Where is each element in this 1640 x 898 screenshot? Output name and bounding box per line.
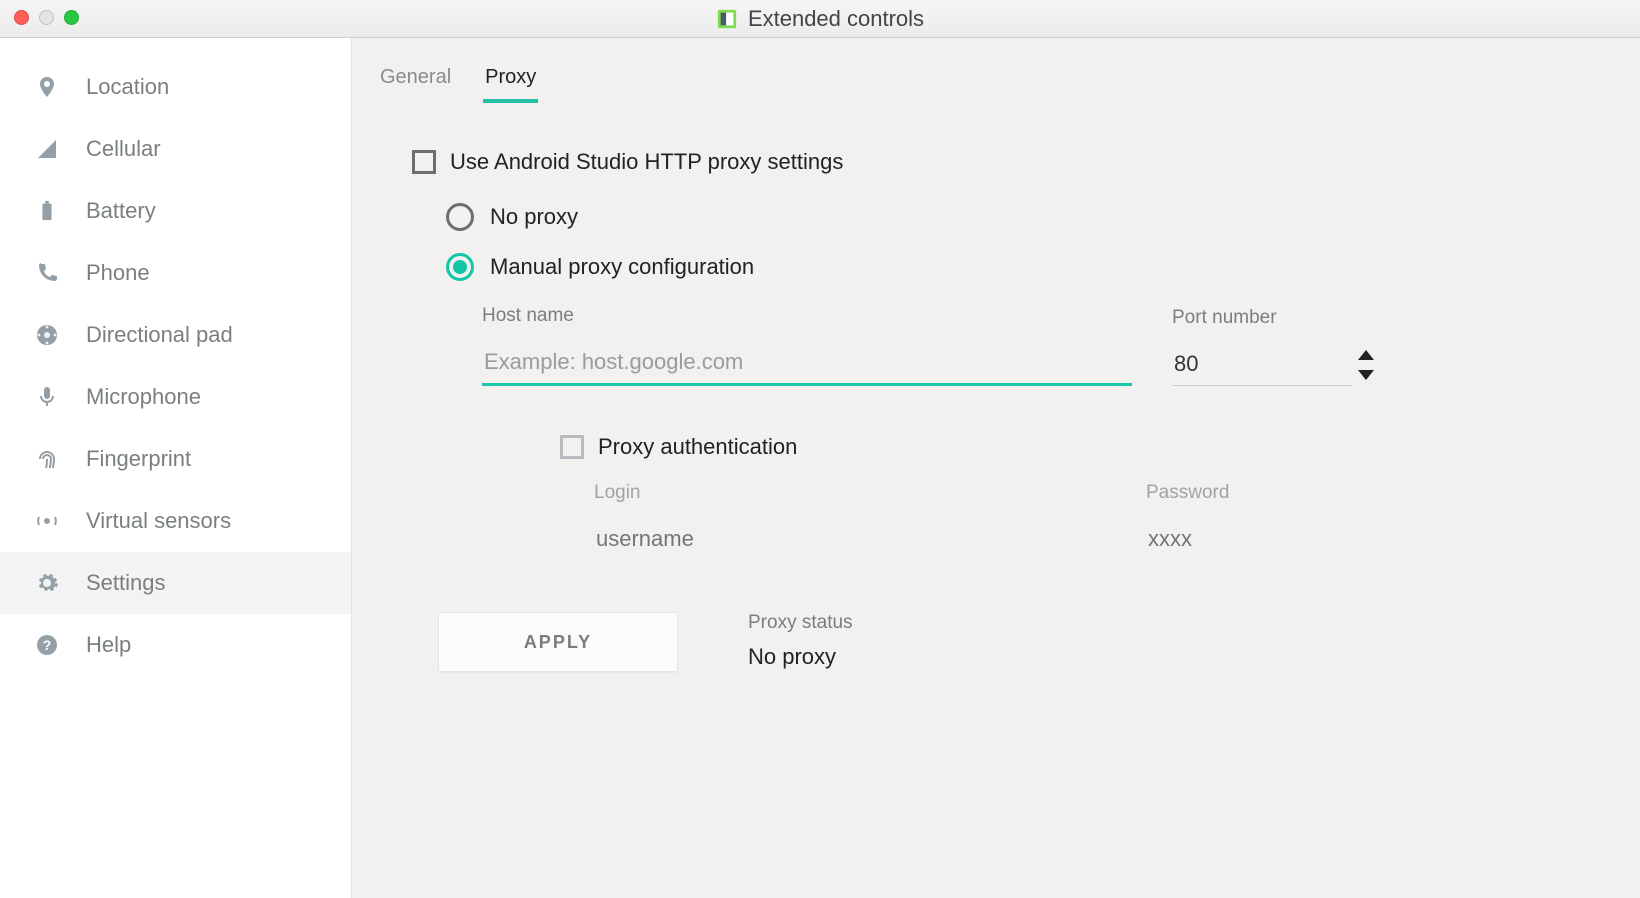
- sidebar-item-help[interactable]: ? Help: [0, 614, 351, 676]
- gear-icon: [34, 570, 60, 596]
- svg-text:?: ?: [43, 637, 52, 653]
- sidebar-item-label: Microphone: [86, 384, 201, 410]
- use-as-http-proxy-label: Use Android Studio HTTP proxy settings: [450, 149, 843, 175]
- manual-proxy-label: Manual proxy configuration: [490, 254, 754, 280]
- main-panel: General Proxy Use Android Studio HTTP pr…: [352, 38, 1640, 898]
- sidebar-item-label: Virtual sensors: [86, 508, 231, 534]
- use-as-http-proxy-checkbox[interactable]: [412, 150, 436, 174]
- sidebar-item-label: Settings: [86, 570, 166, 596]
- tab-general[interactable]: General: [378, 60, 453, 103]
- sidebar-item-phone[interactable]: Phone: [0, 242, 351, 304]
- help-icon: ?: [34, 632, 60, 658]
- fingerprint-icon: [34, 446, 60, 472]
- titlebar: Extended controls: [0, 0, 1640, 38]
- sensors-icon: [34, 508, 60, 534]
- proxy-auth-checkbox[interactable]: [560, 435, 584, 459]
- host-name-label: Host name: [482, 305, 1132, 327]
- no-proxy-radio[interactable]: [446, 203, 474, 231]
- apply-button[interactable]: APPLY: [438, 612, 678, 672]
- proxy-status-value: No proxy: [748, 644, 853, 670]
- port-step-down-icon[interactable]: [1358, 370, 1374, 380]
- signal-icon: [34, 136, 60, 162]
- proxy-auth-label: Proxy authentication: [598, 434, 797, 460]
- microphone-icon: [34, 384, 60, 410]
- sidebar-item-virtual-sensors[interactable]: Virtual sensors: [0, 490, 351, 552]
- sidebar-item-settings[interactable]: Settings: [0, 552, 351, 614]
- minimize-window-button[interactable]: [39, 10, 54, 25]
- sidebar-item-cellular[interactable]: Cellular: [0, 118, 351, 180]
- port-number-label: Port number: [1172, 307, 1374, 329]
- settings-tabs: General Proxy: [378, 60, 1586, 103]
- zoom-window-button[interactable]: [64, 10, 79, 25]
- sidebar-item-label: Help: [86, 632, 131, 658]
- sidebar-item-dpad[interactable]: Directional pad: [0, 304, 351, 366]
- login-input[interactable]: [594, 518, 886, 560]
- app-icon: [716, 8, 738, 30]
- dpad-icon: [34, 322, 60, 348]
- sidebar-item-label: Cellular: [86, 136, 161, 162]
- phone-icon: [34, 260, 60, 286]
- tab-proxy[interactable]: Proxy: [483, 60, 538, 103]
- login-label: Login: [594, 482, 886, 504]
- sidebar-item-label: Phone: [86, 260, 150, 286]
- sidebar-item-battery[interactable]: Battery: [0, 180, 351, 242]
- sidebar-item-label: Directional pad: [86, 322, 233, 348]
- window-controls: [14, 10, 79, 25]
- sidebar-item-microphone[interactable]: Microphone: [0, 366, 351, 428]
- password-input[interactable]: [1146, 518, 1438, 560]
- sidebar-item-fingerprint[interactable]: Fingerprint: [0, 428, 351, 490]
- no-proxy-label: No proxy: [490, 204, 578, 230]
- window-title: Extended controls: [748, 6, 924, 32]
- manual-proxy-radio[interactable]: [446, 253, 474, 281]
- password-label: Password: [1146, 482, 1438, 504]
- sidebar-item-label: Fingerprint: [86, 446, 191, 472]
- sidebar-item-label: Location: [86, 74, 169, 100]
- host-name-input[interactable]: [482, 341, 1132, 386]
- sidebar: Location Cellular Battery Phone Directio: [0, 38, 352, 898]
- proxy-status-label: Proxy status: [748, 612, 853, 634]
- sidebar-item-location[interactable]: Location: [0, 56, 351, 118]
- battery-icon: [34, 198, 60, 224]
- close-window-button[interactable]: [14, 10, 29, 25]
- port-step-up-icon[interactable]: [1358, 350, 1374, 360]
- port-number-input[interactable]: [1172, 343, 1352, 386]
- sidebar-item-label: Battery: [86, 198, 156, 224]
- location-pin-icon: [34, 74, 60, 100]
